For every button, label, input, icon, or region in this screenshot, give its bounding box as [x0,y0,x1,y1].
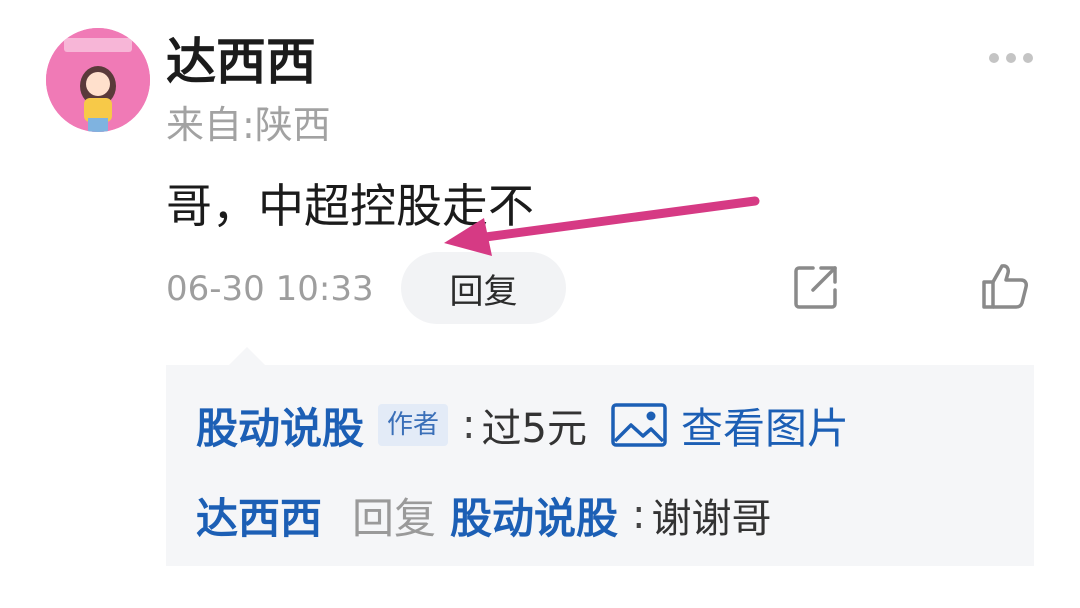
reply-author[interactable]: 达西西 [196,485,322,546]
reply-button[interactable]: 回复 [401,252,566,324]
comment-text: 哥，中超控股走不 [166,179,534,233]
reply-separator: : [632,492,646,538]
reply-word: 回复 [352,493,437,543]
comment-timestamp: 06-30 10:33 [166,269,374,309]
reply-box-notch [229,347,265,365]
avatar[interactable] [46,28,150,132]
view-image-link[interactable]: 查看图片 [681,395,849,456]
author-badge: 作者 [378,404,449,446]
comment-location: 来自:陕西 [166,103,331,147]
reply-target[interactable]: 股动说股 [450,485,618,546]
reply-content: 过5元 [481,406,587,452]
avatar-image [46,28,150,132]
reply-item: 股动说股 作者 : 过5元 查看图片 [196,395,849,455]
share-icon[interactable] [793,264,839,310]
more-dots-icon[interactable] [986,50,1036,66]
reply-author[interactable]: 股动说股 [196,395,364,456]
reply-content: 谢谢哥 [651,496,772,542]
reply-separator: : [462,402,476,448]
image-icon[interactable] [611,403,667,447]
comment-username[interactable]: 达西西 [166,30,316,94]
thumbs-up-icon[interactable] [980,262,1030,310]
reply-item: 达西西 回复 股动说股 : 谢谢哥 [196,485,772,545]
